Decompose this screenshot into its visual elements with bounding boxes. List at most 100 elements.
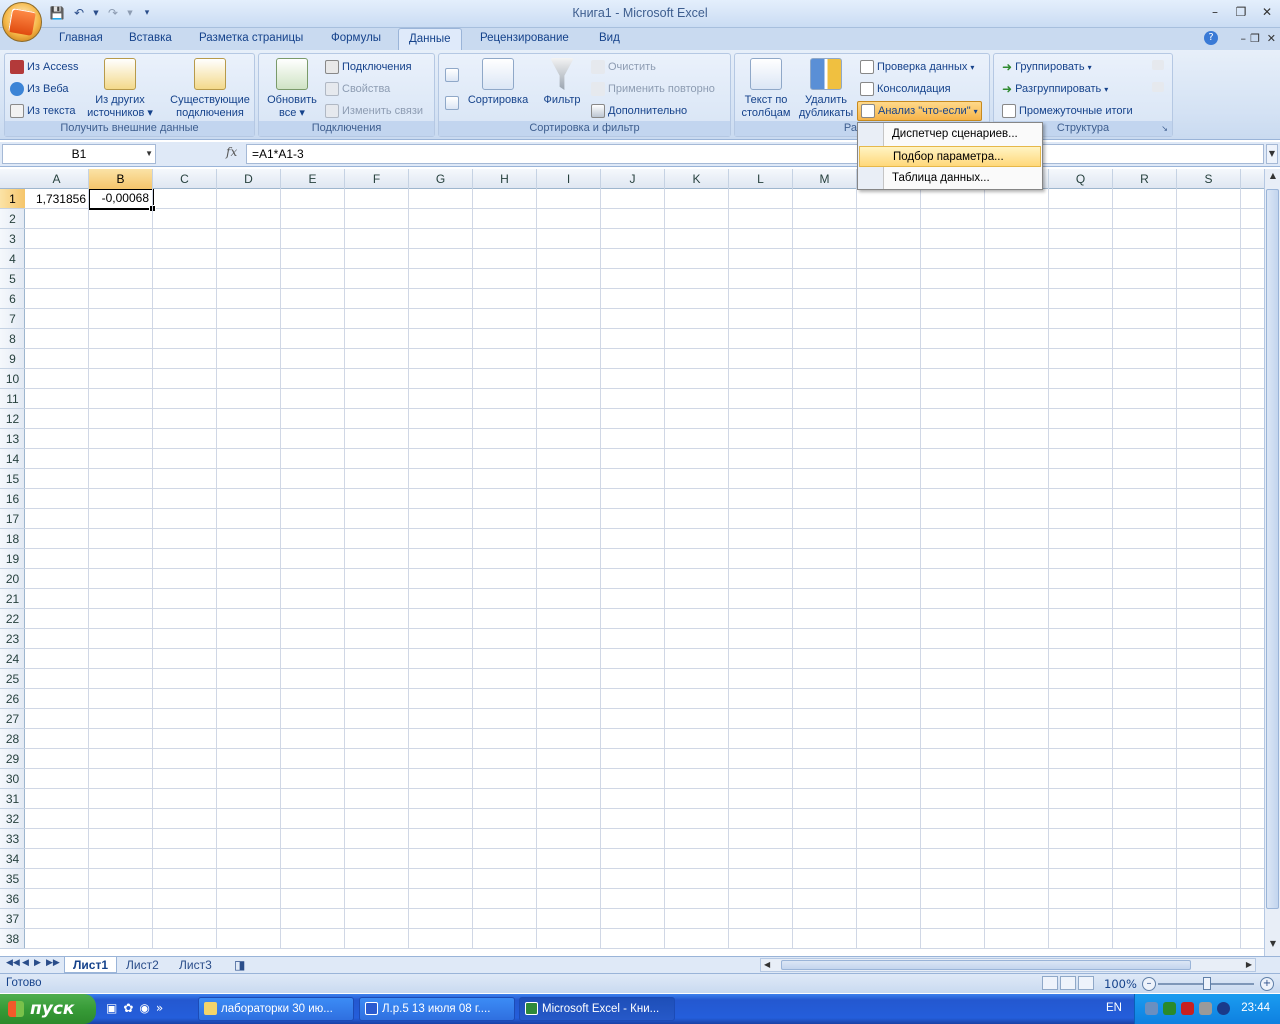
row-header-17[interactable]: 17 bbox=[0, 509, 25, 529]
data-table-menu-item[interactable]: Таблица данных... bbox=[859, 168, 1041, 189]
scroll-left-icon[interactable]: ◀ bbox=[764, 960, 770, 969]
horizontal-scrollbar[interactable]: ◀ ▶ bbox=[760, 958, 1256, 972]
group-button[interactable]: ➜ Группировать ▾ bbox=[1002, 60, 1092, 74]
row-header-20[interactable]: 20 bbox=[0, 569, 25, 589]
sheet-tab-2[interactable]: Лист2 bbox=[118, 957, 167, 973]
tab-formulas[interactable]: Формулы bbox=[331, 32, 381, 44]
what-if-analysis-button[interactable]: Анализ "что-если" ▾ bbox=[857, 101, 982, 121]
column-header-m[interactable]: M bbox=[793, 169, 857, 189]
row-header-16[interactable]: 16 bbox=[0, 489, 25, 509]
refresh-all-button[interactable]: Обновить все ▾ bbox=[261, 58, 323, 120]
row-header-9[interactable]: 9 bbox=[0, 349, 25, 369]
existing-connections-button[interactable]: Существующие подключения bbox=[165, 58, 255, 120]
column-header-h[interactable]: H bbox=[473, 169, 537, 189]
advanced-filter-button[interactable]: Дополнительно bbox=[591, 104, 687, 118]
row-header-19[interactable]: 19 bbox=[0, 549, 25, 569]
sheet-tab-1[interactable]: Лист1 bbox=[64, 957, 118, 973]
scroll-right-icon[interactable]: ▶ bbox=[1246, 960, 1252, 969]
close-icon[interactable]: ✕ bbox=[1254, 2, 1280, 22]
column-header-k[interactable]: K bbox=[665, 169, 729, 189]
cell-b1-active[interactable]: -0,00068 bbox=[88, 189, 156, 212]
column-header-b[interactable]: B bbox=[89, 169, 153, 189]
column-header-f[interactable]: F bbox=[345, 169, 409, 189]
ribbon-minimize-icon[interactable]: – bbox=[1241, 32, 1247, 45]
clear-filter-button[interactable]: Очистить bbox=[591, 60, 656, 74]
goal-seek-menu-item[interactable]: Подбор параметра... bbox=[859, 146, 1041, 167]
cell-a1[interactable]: 1,731856 bbox=[25, 189, 89, 209]
expand-formula-bar-icon[interactable]: ▼ bbox=[1266, 144, 1278, 164]
show-desktop-icon[interactable]: ▣ bbox=[106, 1001, 117, 1015]
row-header-28[interactable]: 28 bbox=[0, 729, 25, 749]
taskbar-button-excel[interactable]: Microsoft Excel - Кни... bbox=[519, 997, 675, 1021]
ribbon-close-icon[interactable]: ✕ bbox=[1267, 32, 1276, 45]
minimize-icon[interactable]: – bbox=[1202, 2, 1228, 22]
remove-duplicates-button[interactable]: Удалить дубликаты bbox=[795, 58, 857, 120]
column-header-a[interactable]: A bbox=[25, 169, 89, 189]
column-header-r[interactable]: R bbox=[1113, 169, 1177, 189]
row-header-6[interactable]: 6 bbox=[0, 289, 25, 309]
row-header-21[interactable]: 21 bbox=[0, 589, 25, 609]
row-header-38[interactable]: 38 bbox=[0, 929, 25, 949]
zoom-level[interactable]: 100% bbox=[1104, 977, 1137, 991]
start-button[interactable]: пуск bbox=[0, 994, 96, 1024]
row-header-31[interactable]: 31 bbox=[0, 789, 25, 809]
from-text-button[interactable]: Из текста bbox=[10, 104, 76, 118]
last-sheet-icon[interactable]: ▶▶ bbox=[46, 958, 60, 968]
vertical-scrollbar[interactable]: ▲ ▼ bbox=[1264, 169, 1280, 956]
language-indicator[interactable]: EN bbox=[1106, 1002, 1122, 1014]
row-header-36[interactable]: 36 bbox=[0, 889, 25, 909]
scroll-down-icon[interactable]: ▼ bbox=[1267, 939, 1279, 953]
name-box[interactable]: B1 ▼ bbox=[2, 144, 156, 164]
row-header-32[interactable]: 32 bbox=[0, 809, 25, 829]
tab-data[interactable]: Данные bbox=[398, 28, 462, 51]
restore-icon[interactable]: ❐ bbox=[1228, 2, 1254, 22]
sort-az-button[interactable] bbox=[445, 68, 459, 82]
row-header-3[interactable]: 3 bbox=[0, 229, 25, 249]
column-header-l[interactable]: L bbox=[729, 169, 793, 189]
subtotal-button[interactable]: Промежуточные итоги bbox=[1002, 104, 1133, 118]
reapply-filter-button[interactable]: Применить повторно bbox=[591, 82, 715, 96]
consolidate-button[interactable]: Консолидация bbox=[860, 82, 951, 96]
browser-icon[interactable]: ◉ bbox=[139, 1001, 149, 1015]
vertical-scroll-thumb[interactable] bbox=[1266, 189, 1279, 909]
tab-review[interactable]: Рецензирование bbox=[480, 32, 569, 44]
sheet-tab-3[interactable]: Лист3 bbox=[171, 957, 220, 973]
text-to-columns-button[interactable]: Текст по столбцам bbox=[737, 58, 795, 120]
zoom-out-icon[interactable]: – bbox=[1142, 977, 1156, 991]
column-header-d[interactable]: D bbox=[217, 169, 281, 189]
row-header-10[interactable]: 10 bbox=[0, 369, 25, 389]
next-sheet-icon[interactable]: ▶ bbox=[34, 958, 41, 968]
page-break-view-icon[interactable] bbox=[1078, 976, 1094, 990]
row-header-5[interactable]: 5 bbox=[0, 269, 25, 289]
data-validation-button[interactable]: Проверка данных ▾ bbox=[860, 60, 974, 74]
column-header-s[interactable]: S bbox=[1177, 169, 1241, 189]
formula-input[interactable]: =A1*A1-3 bbox=[246, 144, 1264, 164]
tray-app-icon[interactable] bbox=[1217, 1002, 1230, 1015]
row-header-30[interactable]: 30 bbox=[0, 769, 25, 789]
row-header-11[interactable]: 11 bbox=[0, 389, 25, 409]
tray-network-icon[interactable] bbox=[1145, 1002, 1158, 1015]
row-header-22[interactable]: 22 bbox=[0, 609, 25, 629]
zoom-in-icon[interactable]: + bbox=[1260, 977, 1274, 991]
row-header-14[interactable]: 14 bbox=[0, 449, 25, 469]
tray-sound-icon[interactable] bbox=[1199, 1002, 1212, 1015]
row-header-33[interactable]: 33 bbox=[0, 829, 25, 849]
row-header-35[interactable]: 35 bbox=[0, 869, 25, 889]
tray-antivirus-icon[interactable] bbox=[1163, 1002, 1176, 1015]
show-detail-button[interactable] bbox=[1152, 60, 1164, 70]
prev-sheet-icon[interactable]: ◀ bbox=[22, 958, 29, 968]
other-sources-button[interactable]: Из других источников ▾ bbox=[83, 58, 157, 120]
row-header-8[interactable]: 8 bbox=[0, 329, 25, 349]
column-header-e[interactable]: E bbox=[281, 169, 345, 189]
row-header-2[interactable]: 2 bbox=[0, 209, 25, 229]
messenger-icon[interactable]: ✿ bbox=[123, 1001, 133, 1015]
column-header-q[interactable]: Q bbox=[1049, 169, 1113, 189]
from-access-button[interactable]: Из Access bbox=[10, 60, 78, 74]
edit-links-button[interactable]: Изменить связи bbox=[325, 104, 423, 118]
tab-insert[interactable]: Вставка bbox=[129, 32, 172, 44]
name-box-dropdown-icon[interactable]: ▼ bbox=[145, 145, 153, 163]
row-header-13[interactable]: 13 bbox=[0, 429, 25, 449]
tab-home[interactable]: Главная bbox=[59, 32, 103, 44]
row-header-4[interactable]: 4 bbox=[0, 249, 25, 269]
row-header-18[interactable]: 18 bbox=[0, 529, 25, 549]
